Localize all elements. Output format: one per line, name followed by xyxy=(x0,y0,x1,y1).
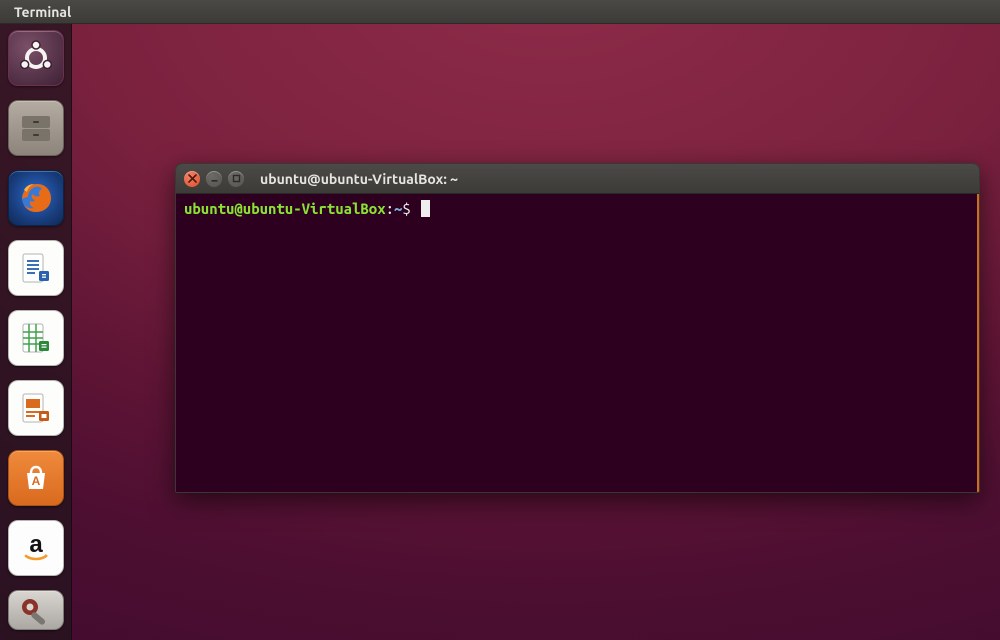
top-menubar[interactable]: Terminal xyxy=(0,0,1000,24)
impress-icon xyxy=(17,389,55,427)
terminal-body[interactable]: ubuntu@ubuntu-VirtualBox:~$ xyxy=(176,194,979,492)
prompt-symbol: $ xyxy=(402,200,410,217)
launcher-dash[interactable] xyxy=(8,30,64,86)
launcher-writer[interactable] xyxy=(8,240,64,296)
wrench-gear-icon xyxy=(16,593,56,630)
svg-text:a: a xyxy=(29,531,43,558)
launcher-settings[interactable] xyxy=(8,590,64,630)
close-button[interactable] xyxy=(184,171,200,187)
shopping-bag-icon: A xyxy=(19,461,53,495)
svg-text:A: A xyxy=(32,474,41,488)
terminal-cursor xyxy=(421,200,430,217)
launcher-files[interactable] xyxy=(8,100,64,156)
launcher-calc[interactable] xyxy=(8,310,64,366)
minimize-icon xyxy=(210,174,219,183)
launcher-impress[interactable] xyxy=(8,380,64,436)
file-manager-icon xyxy=(16,108,56,148)
window-title: ubuntu@ubuntu-VirtualBox: ~ xyxy=(260,171,458,187)
launcher-software[interactable]: A xyxy=(8,450,64,506)
terminal-titlebar[interactable]: ubuntu@ubuntu-VirtualBox: ~ xyxy=(176,164,979,194)
prompt-user-host: ubuntu@ubuntu-VirtualBox xyxy=(184,200,386,217)
firefox-icon xyxy=(15,177,57,219)
close-icon xyxy=(188,174,197,183)
maximize-icon xyxy=(232,174,241,183)
writer-icon xyxy=(17,249,55,287)
terminal-window[interactable]: ubuntu@ubuntu-VirtualBox: ~ ubuntu@ubunt… xyxy=(175,163,980,493)
desktop: Terminal xyxy=(0,0,1000,640)
maximize-button[interactable] xyxy=(228,171,244,187)
ubuntu-logo-icon xyxy=(16,38,56,78)
minimize-button[interactable] xyxy=(206,171,222,187)
launcher-dock: A a xyxy=(0,24,72,640)
launcher-firefox[interactable] xyxy=(8,170,64,226)
amazon-icon: a xyxy=(16,528,56,568)
calc-icon xyxy=(17,319,55,357)
prompt-colon: : xyxy=(386,200,394,217)
active-app-title: Terminal xyxy=(14,4,71,20)
launcher-amazon[interactable]: a xyxy=(8,520,64,576)
